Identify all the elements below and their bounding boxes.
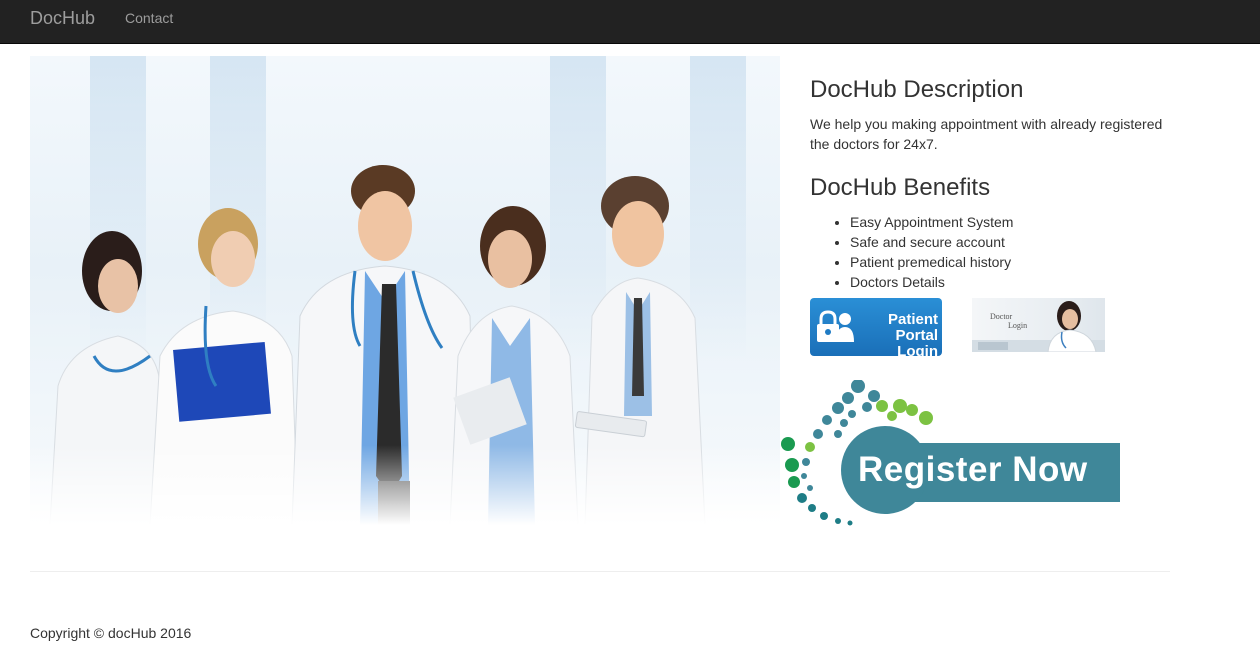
register-now-button[interactable]: Register Now <box>780 380 1125 530</box>
patient-label-line2: Portal Login <box>895 327 938 357</box>
nav-link-contact[interactable]: Contact <box>125 10 173 26</box>
list-item: Patient premedical history <box>850 252 1190 272</box>
hero-doctors-image <box>30 56 780 525</box>
list-item: Doctors Details <box>850 272 1190 292</box>
benefits-list: Easy Appointment System Safe and secure … <box>810 212 1190 292</box>
benefits-heading: DocHub Benefits <box>810 174 991 201</box>
lock-user-icon <box>817 310 854 342</box>
list-item: Easy Appointment System <box>850 212 1190 232</box>
footer-divider <box>30 571 1170 572</box>
doctor-portrait-icon <box>972 301 1105 352</box>
patient-label-line1: Patient <box>887 311 938 328</box>
description-text: We help you making appointment with alre… <box>810 116 1163 152</box>
description-heading: DocHub Description <box>810 76 1024 103</box>
list-item: Safe and secure account <box>850 232 1190 252</box>
brand-link[interactable]: DocHub <box>30 8 95 28</box>
doctor-login-button[interactable]: Doctor Login <box>972 298 1105 352</box>
top-navbar: DocHub Contact <box>0 0 1260 44</box>
register-now-label: Register Now <box>858 450 1088 489</box>
copyright-text: Copyright © docHub 2016 <box>30 625 192 641</box>
info-panel: DocHub Description We help you making ap… <box>810 56 1190 292</box>
patient-portal-login-button[interactable]: Patient Portal Login <box>810 298 942 356</box>
